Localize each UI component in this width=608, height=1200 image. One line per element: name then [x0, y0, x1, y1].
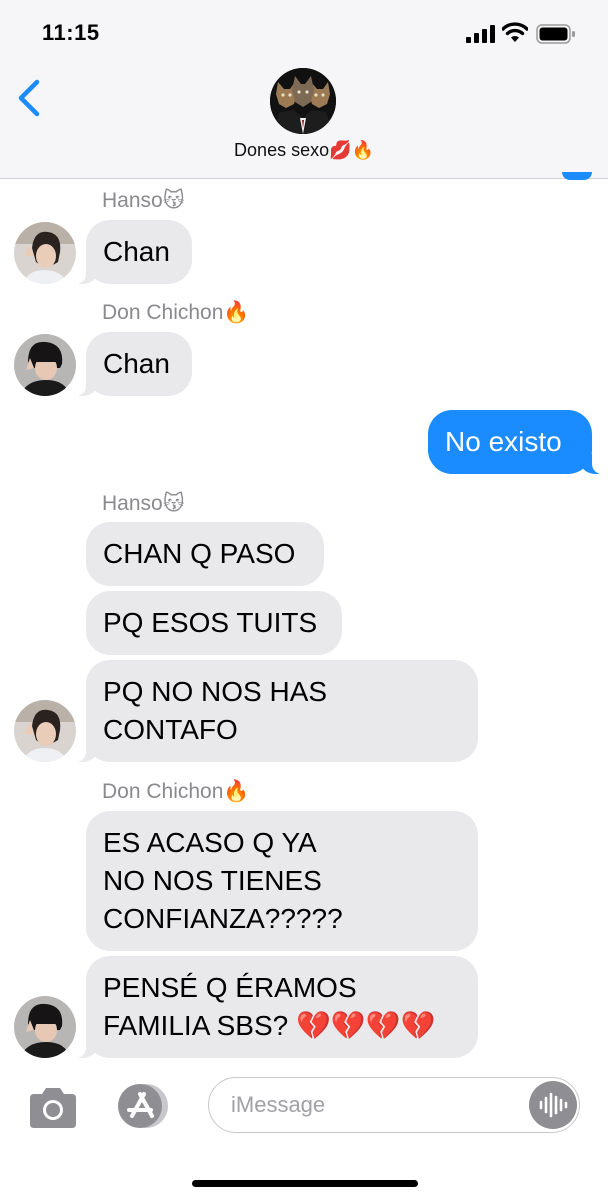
group-name[interactable]: Dones sexo💋🔥	[0, 140, 608, 161]
chevron-left-icon[interactable]	[12, 76, 52, 120]
message-text-line: FAMILIA SBS? 💔💔💔💔	[103, 1010, 436, 1041]
message-bubble[interactable]: PQ ESOS TUITS	[86, 591, 342, 655]
home-indicator[interactable]	[192, 1180, 418, 1187]
message-bubble[interactable]: Chan	[76, 332, 192, 396]
message-text-line: CONTAFO	[103, 714, 238, 745]
sender-name: Don Chichon🔥	[102, 301, 250, 324]
battery-icon	[536, 24, 575, 44]
message-bubble[interactable]: CHAN Q PASO	[86, 522, 324, 586]
avatar-don-chichon[interactable]	[14, 334, 76, 396]
camera-icon[interactable]	[26, 1086, 80, 1130]
message-input[interactable]: iMessage	[208, 1077, 580, 1133]
conversation-header: Dones sexo💋🔥	[0, 64, 608, 179]
message-text: PQ ESOS TUITS	[103, 607, 318, 638]
status-time: 11:15	[42, 20, 100, 45]
sender-name: Hanso😽	[102, 189, 185, 212]
status-bar: 11:15	[0, 0, 608, 64]
message-text: Chan	[103, 348, 170, 379]
avatar-hanso[interactable]	[14, 700, 76, 762]
message-text-line: ES ACASO Q YA	[103, 827, 317, 858]
message-text: Chan	[103, 236, 170, 267]
message-text-line: NO NOS TIENES	[103, 865, 322, 896]
message-bubble[interactable]: ES ACASO Q YA NO NOS TIENES CONFIANZA???…	[86, 811, 478, 951]
message-text-line: CONFIANZA?????	[103, 903, 343, 934]
message-text: No existo	[445, 426, 562, 457]
sender-name: Don Chichon🔥	[102, 780, 250, 803]
outgoing-message-bubble[interactable]: No existo	[428, 410, 602, 474]
message-input-placeholder: iMessage	[231, 1092, 326, 1117]
wifi-icon	[502, 22, 528, 42]
message-text-line: PQ NO NOS HAS	[103, 676, 328, 707]
message-text: CHAN Q PASO	[103, 538, 296, 569]
cellular-signal-icon	[466, 25, 495, 43]
avatar-hanso[interactable]	[14, 222, 76, 284]
partial-outgoing-bubble	[562, 172, 592, 180]
group-avatar[interactable]	[270, 68, 336, 134]
audio-waveform-icon	[539, 1092, 568, 1118]
audio-message-button[interactable]	[529, 1081, 577, 1129]
message-bubble[interactable]: PQ NO NOS HAS CONTAFO	[76, 660, 478, 762]
message-bubble[interactable]: Chan	[76, 220, 192, 284]
message-bubble[interactable]: PENSÉ Q ÉRAMOS FAMILIA SBS? 💔💔💔💔	[76, 956, 478, 1058]
avatar-don-chichon[interactable]	[14, 996, 76, 1058]
sender-name: Hanso😽	[102, 492, 185, 515]
message-text-line: PENSÉ Q ÉRAMOS	[103, 972, 357, 1003]
app-store-icon[interactable]	[114, 1082, 174, 1130]
